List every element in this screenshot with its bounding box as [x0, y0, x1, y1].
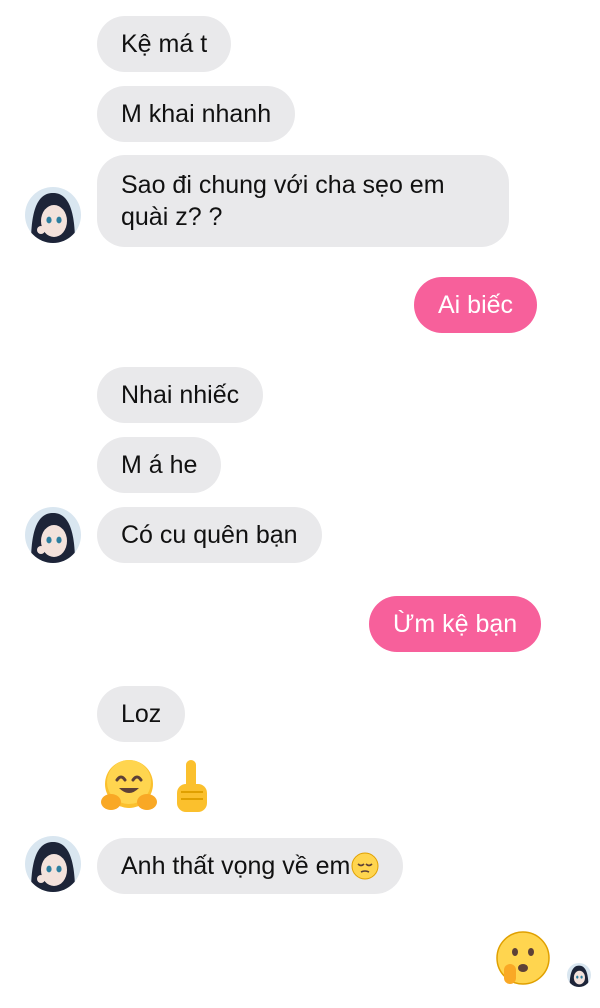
message-text: M khai nhanh	[121, 99, 272, 128]
message-text: Kệ má t	[121, 29, 208, 58]
emoji-message[interactable]	[494, 930, 552, 988]
message-bubble-incoming[interactable]: Anh thất vọng về em	[97, 838, 404, 894]
message-text: Ừm kệ bạn	[393, 609, 518, 638]
message-text: Có cu quên bạn	[121, 520, 298, 549]
anime-girl-avatar-icon	[25, 836, 81, 892]
message-text: Nhai nhiếc	[121, 380, 240, 409]
contact-avatar[interactable]	[25, 836, 81, 892]
pointing-up-hand-emoji	[177, 760, 207, 812]
message-bubble-incoming[interactable]: M á he	[97, 437, 222, 493]
anime-girl-avatar-icon	[25, 187, 81, 243]
message-bubble-incoming[interactable]: Có cu quên bạn	[97, 507, 322, 563]
message-bubble-incoming[interactable]: Sao đi chung với cha sẹo em quài z? ?	[97, 155, 509, 247]
seen-avatar-icon	[567, 963, 591, 987]
message-text: Ai biếc	[438, 290, 514, 319]
emoji-message[interactable]	[99, 756, 217, 816]
shushing-face-emoji	[496, 931, 550, 985]
contact-avatar[interactable]	[25, 507, 81, 563]
message-text: Loz	[121, 699, 162, 728]
message-text: M á he	[121, 450, 198, 479]
message-bubble-outgoing[interactable]: Ai biếc	[414, 277, 538, 333]
anime-girl-avatar-icon	[25, 507, 81, 563]
anime-girl-avatar-icon	[567, 963, 591, 987]
contact-avatar[interactable]	[25, 187, 81, 243]
message-text: Anh thất vọng về em	[121, 851, 351, 880]
message-bubble-incoming[interactable]: Loz	[97, 686, 186, 742]
message-bubble-incoming[interactable]: M khai nhanh	[97, 86, 296, 142]
hugging-face-emoji	[101, 760, 157, 810]
message-bubble-incoming[interactable]: Kệ má t	[97, 16, 232, 72]
message-bubble-incoming[interactable]: Nhai nhiếc	[97, 367, 264, 423]
message-bubble-outgoing[interactable]: Ừm kệ bạn	[369, 596, 542, 652]
pensive-face-emoji	[351, 852, 379, 880]
message-text: Sao đi chung với cha sẹo em quài z? ?	[121, 171, 445, 231]
